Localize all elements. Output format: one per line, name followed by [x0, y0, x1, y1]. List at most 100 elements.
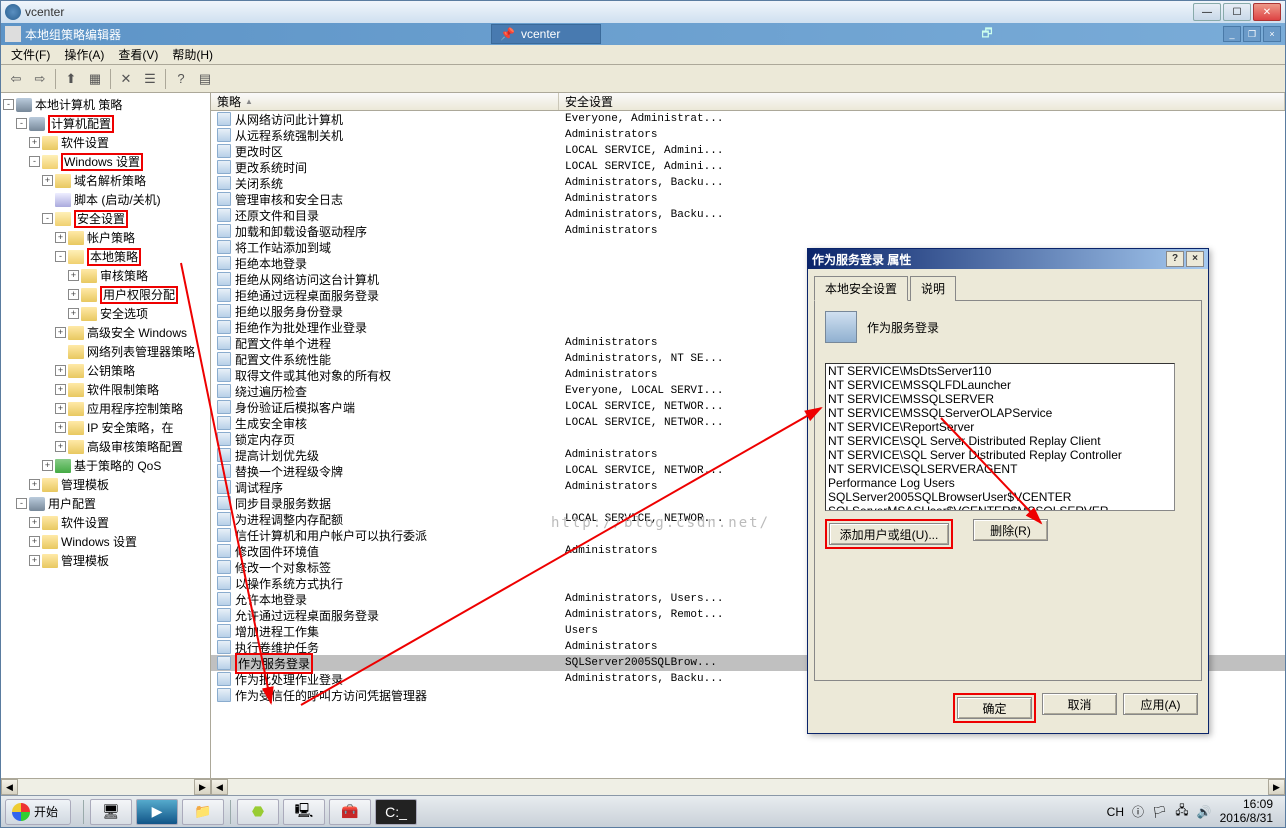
- tree-horizontal-scrollbar[interactable]: ◀▶: [1, 778, 211, 795]
- tree-node-local_policies[interactable]: -本地策略: [1, 247, 210, 266]
- dialog-close-button[interactable]: ×: [1186, 251, 1204, 267]
- tree-expander-icon[interactable]: +: [29, 536, 40, 547]
- policy-row[interactable]: 管理审核和安全日志Administrators: [211, 191, 1285, 207]
- toolbar-help-button[interactable]: ?: [170, 68, 192, 90]
- tree-expander-icon[interactable]: +: [55, 232, 66, 243]
- taskbar-powershell-icon[interactable]: ▶: [136, 799, 178, 825]
- policy-row[interactable]: 关闭系统Administrators, Backu...: [211, 175, 1285, 191]
- tree-expander-icon[interactable]: +: [68, 308, 79, 319]
- tree-expander-icon[interactable]: +: [29, 479, 40, 490]
- listbox-item[interactable]: SQLServerMSASUser$VCENTER$MSSQLSERVER: [826, 504, 1174, 511]
- tree-node-software_settings_u[interactable]: +软件设置: [1, 513, 210, 532]
- tree-expander-icon[interactable]: +: [55, 422, 66, 433]
- toolbar-back-button[interactable]: ⇦: [5, 68, 27, 90]
- tree-node-scripts[interactable]: 脚本 (启动/关机): [1, 190, 210, 209]
- dialog-help-button[interactable]: ?: [1166, 251, 1184, 267]
- tree-node-security_settings[interactable]: -安全设置: [1, 209, 210, 228]
- tab-explain[interactable]: 说明: [910, 276, 956, 301]
- toolbar-up-button[interactable]: ⬆: [60, 68, 82, 90]
- tree-expander-icon[interactable]: -: [55, 251, 66, 262]
- tree-expander-icon[interactable]: -: [16, 118, 27, 129]
- toolbar-forward-button[interactable]: ⇨: [29, 68, 51, 90]
- tree-node-app_control[interactable]: +应用程序控制策略: [1, 399, 210, 418]
- tree-expander-icon[interactable]: +: [42, 460, 53, 471]
- listbox-item[interactable]: SQLServer2005SQLBrowserUser$VCENTER: [826, 490, 1174, 504]
- tree-node-root[interactable]: -本地计算机 策略: [1, 95, 210, 114]
- tree-node-user_rights[interactable]: +用户权限分配: [1, 285, 210, 304]
- taskbar-vsphere-icon[interactable]: ⬣: [237, 799, 279, 825]
- tree-expander-icon[interactable]: +: [55, 384, 66, 395]
- mdi-close-button[interactable]: ×: [1263, 26, 1281, 42]
- tray-help-icon[interactable]: ⓘ: [1132, 803, 1144, 820]
- users-listbox[interactable]: NT SERVICE\MsDtsServer110NT SERVICE\MSSQ…: [825, 363, 1175, 511]
- taskbar-server-manager-icon[interactable]: 🖥: [90, 799, 132, 825]
- listbox-item[interactable]: NT SERVICE\SQL Server Distributed Replay…: [826, 448, 1174, 462]
- listbox-item[interactable]: NT SERVICE\SQL Server Distributed Replay…: [826, 434, 1174, 448]
- mdi-restore-icon[interactable]: 🗗: [981, 24, 992, 45]
- listbox-item[interactable]: NT SERVICE\MSSQLServerOLAPService: [826, 406, 1174, 420]
- tree-node-computer_config[interactable]: -计算机配置: [1, 114, 210, 133]
- tab-local-security-setting[interactable]: 本地安全设置: [814, 276, 908, 301]
- clock[interactable]: 16:09 2016/8/31: [1220, 798, 1273, 824]
- tree-node-name_resolution[interactable]: +域名解析策略: [1, 171, 210, 190]
- maximize-button[interactable]: ☐: [1223, 3, 1251, 21]
- tree-expander-icon[interactable]: -: [16, 498, 27, 509]
- listbox-item[interactable]: NT SERVICE\SQLSERVERAGENT: [826, 462, 1174, 476]
- tree-node-adv_audit[interactable]: +高级审核策略配置: [1, 437, 210, 456]
- ime-indicator[interactable]: CH: [1107, 805, 1124, 819]
- menu-view[interactable]: 查看(V): [112, 44, 164, 65]
- tree-expander-icon[interactable]: -: [3, 99, 14, 110]
- tree-node-qos[interactable]: +基于策略的 QoS: [1, 456, 210, 475]
- tree-expander-icon[interactable]: +: [68, 270, 79, 281]
- tree-expander-icon[interactable]: +: [55, 365, 66, 376]
- tree-node-admin_templates_u[interactable]: +管理模板: [1, 551, 210, 570]
- tree-node-security_options[interactable]: +安全选项: [1, 304, 210, 323]
- tree-node-audit_policy[interactable]: +审核策略: [1, 266, 210, 285]
- tree-node-public_key[interactable]: +公钥策略: [1, 361, 210, 380]
- ok-button[interactable]: 确定: [957, 697, 1032, 719]
- tree-expander-icon[interactable]: +: [68, 289, 79, 300]
- taskbar-mmc-icon[interactable]: 🖳: [283, 799, 325, 825]
- tree-expander-icon[interactable]: +: [55, 441, 66, 452]
- listbox-item[interactable]: NT SERVICE\MSSQLSERVER: [826, 392, 1174, 406]
- policy-row[interactable]: 更改系统时间LOCAL SERVICE, Admini...: [211, 159, 1285, 175]
- menu-help[interactable]: 帮助(H): [166, 44, 219, 65]
- toolbar-export-button[interactable]: ✕: [115, 68, 137, 90]
- tree-node-software_restrict[interactable]: +软件限制策略: [1, 380, 210, 399]
- listbox-item[interactable]: NT SERVICE\MsDtsServer110: [826, 364, 1174, 378]
- toolbar-properties-button[interactable]: ☰: [139, 68, 161, 90]
- menu-action[interactable]: 操作(A): [58, 44, 110, 65]
- close-button[interactable]: ✕: [1253, 3, 1281, 21]
- start-button[interactable]: 开始: [5, 799, 71, 825]
- tree-node-adv_security[interactable]: +高级安全 Windows: [1, 323, 210, 342]
- listbox-item[interactable]: Performance Log Users: [826, 476, 1174, 490]
- cancel-button[interactable]: 取消: [1042, 693, 1117, 715]
- minimize-button[interactable]: —: [1193, 3, 1221, 21]
- listbox-item[interactable]: NT SERVICE\MSSQLFDLauncher: [826, 378, 1174, 392]
- menu-file[interactable]: 文件(F): [5, 44, 56, 65]
- tree-pane[interactable]: -本地计算机 策略-计算机配置+软件设置-Windows 设置+域名解析策略脚本…: [1, 93, 211, 778]
- taskbar-explorer-icon[interactable]: 📁: [182, 799, 224, 825]
- tree-expander-icon[interactable]: +: [29, 517, 40, 528]
- dialog-titlebar[interactable]: 作为服务登录 属性 ? ×: [808, 249, 1208, 269]
- toolbar-refresh-button[interactable]: ▤: [194, 68, 216, 90]
- tray-network-icon[interactable]: 🖧: [1175, 801, 1188, 822]
- taskbar-cmd-icon[interactable]: C:_: [375, 799, 417, 825]
- list-horizontal-scrollbar[interactable]: ◀▶: [211, 778, 1285, 795]
- tree-node-windows_settings_u[interactable]: +Windows 设置: [1, 532, 210, 551]
- tree-expander-icon[interactable]: +: [42, 175, 53, 186]
- policy-row[interactable]: 更改时区LOCAL SERVICE, Admini...: [211, 143, 1285, 159]
- apply-button[interactable]: 应用(A): [1123, 693, 1198, 715]
- tree-node-network_list[interactable]: 网络列表管理器策略: [1, 342, 210, 361]
- policy-row[interactable]: 加载和卸载设备驱动程序Administrators: [211, 223, 1285, 239]
- tree-expander-icon[interactable]: +: [55, 403, 66, 414]
- mdi-document-tab[interactable]: 📌 vcenter: [491, 24, 601, 44]
- policy-row[interactable]: 从远程系统强制关机Administrators: [211, 127, 1285, 143]
- policy-row[interactable]: 还原文件和目录Administrators, Backu...: [211, 207, 1285, 223]
- tree-node-ip_security[interactable]: +IP 安全策略，在: [1, 418, 210, 437]
- column-security-setting[interactable]: 安全设置: [559, 93, 1285, 110]
- tree-node-account_policies[interactable]: +帐户策略: [1, 228, 210, 247]
- tree-expander-icon[interactable]: +: [29, 555, 40, 566]
- tray-action-center-icon[interactable]: 🏳: [1152, 805, 1167, 819]
- remove-button[interactable]: 删除(R): [973, 519, 1048, 541]
